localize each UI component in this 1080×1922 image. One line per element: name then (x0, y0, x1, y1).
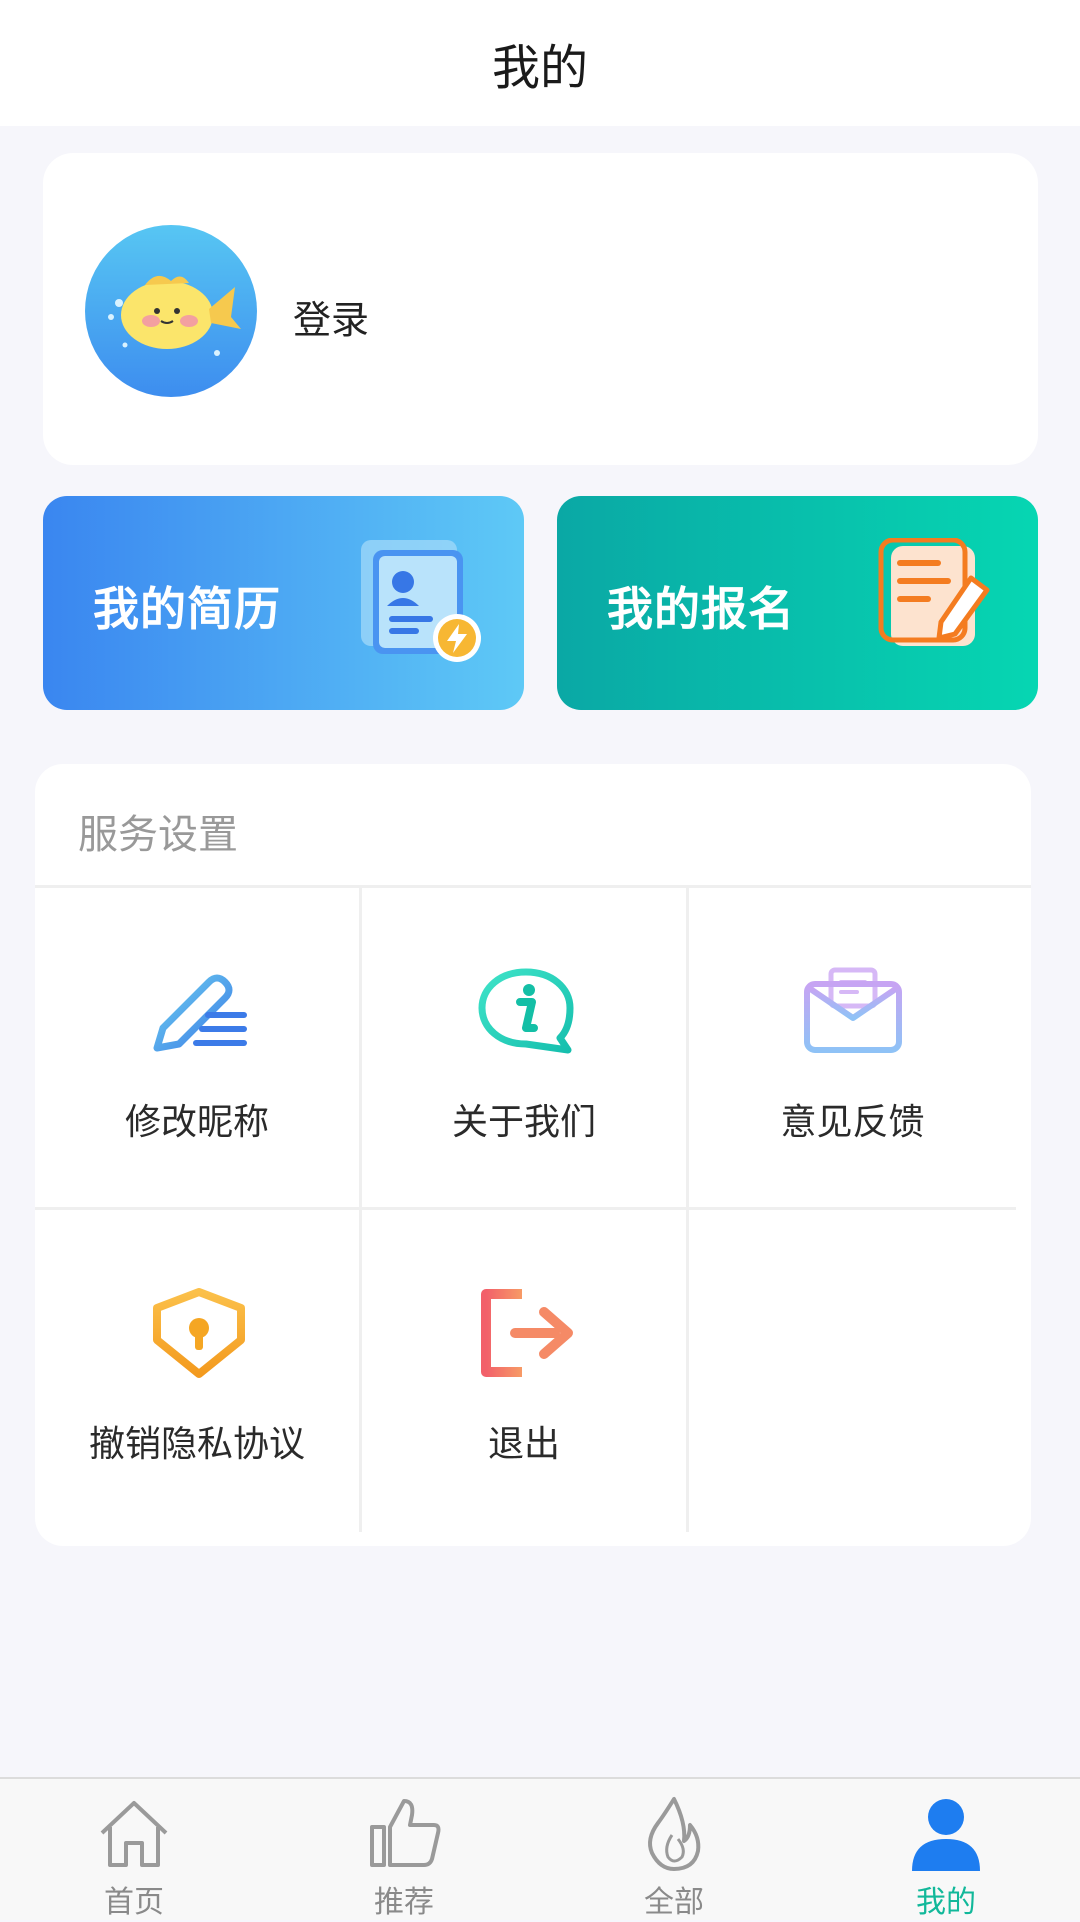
fish-mascot-icon (108, 275, 241, 356)
edit-nickname-label: 修改昵称 (124, 1102, 269, 1143)
avatar[interactable] (85, 225, 257, 397)
feedback-item[interactable]: 意见反馈 (689, 888, 1016, 1210)
login-link[interactable]: 登录 (293, 289, 369, 344)
tab-all[interactable]: 全部 (594, 1779, 754, 1922)
tab-home-label: 首页 (104, 1885, 164, 1920)
tab-recommend[interactable]: 推荐 (324, 1779, 484, 1922)
service-settings-title: 服务设置 (78, 812, 238, 858)
logout-item[interactable]: 退出 (362, 1210, 689, 1532)
feedback-mail-icon (804, 967, 902, 1053)
profile-card[interactable]: 登录 (43, 153, 1038, 465)
about-us-label: 关于我们 (451, 1102, 596, 1143)
thumbs-up-icon (370, 1799, 441, 1867)
tab-mine-label: 我的 (916, 1885, 976, 1920)
tab-all-label: 全部 (644, 1885, 704, 1920)
tab-recommend-label: 推荐 (374, 1885, 434, 1920)
logout-label: 退出 (487, 1424, 560, 1465)
empty-grid-cell (689, 1210, 1016, 1532)
page-title: 我的 (491, 40, 588, 96)
about-us-item[interactable]: 关于我们 (362, 888, 689, 1210)
tab-mine[interactable]: 我的 (866, 1779, 1026, 1922)
revoke-privacy-item[interactable]: 撤销隐私协议 (35, 1210, 362, 1532)
service-settings-card: 服务设置 修改昵称 关于我们 意见反馈 撤销隐私协议 退出 (35, 764, 1031, 1546)
my-resume-card[interactable]: 我的简历 (43, 496, 524, 710)
resume-icon (361, 540, 481, 662)
info-icon (478, 968, 574, 1054)
my-resume-label: 我的简历 (93, 582, 281, 636)
privacy-shield-icon (153, 1288, 245, 1378)
fire-icon (648, 1797, 701, 1871)
signup-icon (878, 538, 990, 646)
logout-icon (481, 1289, 573, 1377)
revoke-privacy-label: 撤销隐私协议 (88, 1424, 305, 1465)
bottom-tab-bar: 首页 推荐 全部 我的 (0, 1777, 1080, 1920)
tab-home[interactable]: 首页 (54, 1779, 214, 1922)
user-icon (912, 1799, 980, 1871)
my-signup-label: 我的报名 (607, 582, 795, 636)
edit-nickname-item[interactable]: 修改昵称 (35, 888, 362, 1210)
top-header: 我的 (0, 0, 1080, 126)
my-signup-card[interactable]: 我的报名 (557, 496, 1038, 710)
edit-nickname-icon (153, 974, 247, 1052)
home-icon (100, 1801, 168, 1867)
feedback-label: 意见反馈 (780, 1102, 925, 1143)
